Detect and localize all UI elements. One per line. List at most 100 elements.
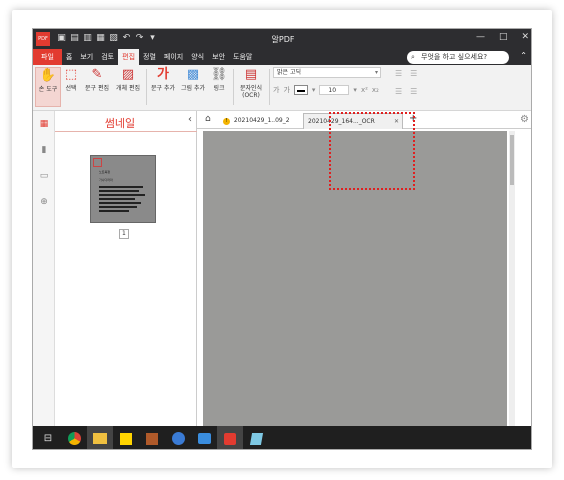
- panel-divider: [55, 131, 197, 132]
- search-icon: ⌕: [411, 53, 415, 61]
- bookmark-icon[interactable]: ▮: [33, 137, 55, 163]
- title-bar: PDF ▣ ▤ ▥ ▦ ▧ ↶ ↷ ▾ 알PDF — □ ✕: [33, 29, 531, 49]
- home-icon[interactable]: ⌂: [205, 114, 211, 124]
- superscript-icon[interactable]: x²: [361, 86, 368, 94]
- menu-review[interactable]: 검토: [97, 49, 118, 65]
- menu-view[interactable]: 보기: [76, 49, 97, 65]
- thumbnail-subtitle: 가나다라마: [99, 178, 113, 182]
- thumbnail-mark: [93, 158, 102, 167]
- side-icon-strip: ▦ ▮ ▭ ⊕: [33, 111, 55, 426]
- maximize-button[interactable]: □: [499, 32, 508, 42]
- align-right-icon[interactable]: ☰: [395, 87, 402, 96]
- align-row-2: ☰ ☰: [395, 87, 417, 96]
- scrollbar-thumb[interactable]: [510, 135, 514, 185]
- font-family-select[interactable]: 맑은 고딕 ▾: [273, 67, 381, 78]
- justify-icon[interactable]: ☰: [410, 87, 417, 96]
- font-size-value: 10: [328, 87, 337, 94]
- tab-label: 20210429_1..09_2: [233, 117, 290, 124]
- close-panel-icon[interactable]: ‹: [188, 114, 192, 125]
- menu-edit[interactable]: 편집: [118, 49, 140, 65]
- thumbnail-text-line: [99, 210, 129, 212]
- thumbnail-panel: 썸네일 ‹ 노트북정 가나다라마 1: [55, 111, 197, 426]
- align-left-icon[interactable]: ☰: [395, 69, 402, 78]
- format-row: 가 가 ▾ 10 ▾ x² x₂: [273, 85, 379, 95]
- edit-text-icon: ✎: [91, 67, 103, 82]
- photo-app-icon[interactable]: [139, 426, 165, 449]
- file-explorer-icon[interactable]: [87, 426, 113, 449]
- menu-file[interactable]: 파일: [33, 49, 62, 65]
- capture-app-icon[interactable]: [165, 426, 191, 449]
- chevron-down-icon: ▾: [374, 69, 378, 76]
- gear-icon[interactable]: ⚙: [520, 114, 529, 125]
- menu-security[interactable]: 보안: [208, 49, 229, 65]
- align-row-1: ☰ ☰: [395, 69, 417, 78]
- menu-page[interactable]: 페이지: [160, 49, 187, 65]
- search-input[interactable]: ⌕ 무엇을 하고 싶으세요?: [407, 51, 509, 64]
- subscript-icon[interactable]: x₂: [372, 86, 379, 94]
- menu-help[interactable]: 도움말: [229, 49, 256, 65]
- thumbnails-icon[interactable]: ▦: [33, 111, 55, 137]
- thumbnail-text-line: [99, 194, 145, 196]
- ocr-icon: ▤: [244, 67, 258, 82]
- edit-text-button[interactable]: ✎ 문구 편집: [83, 67, 111, 92]
- notes-app-icon[interactable]: [243, 426, 269, 449]
- font-color-picker[interactable]: [293, 85, 308, 95]
- vertical-scrollbar[interactable]: [509, 131, 515, 426]
- menu-arrange[interactable]: 정렬: [139, 49, 160, 65]
- screenshot-frame: PDF ▣ ▤ ▥ ▦ ▧ ↶ ↷ ▾ 알PDF — □ ✕ 파일 홈 보기 검…: [0, 0, 564, 480]
- alpdf-taskbar-icon[interactable]: [217, 426, 243, 449]
- tool-label: 문구 편집: [85, 85, 109, 92]
- font-size-select[interactable]: 10: [319, 85, 350, 95]
- hand-icon: ✋: [39, 68, 57, 83]
- comment-icon[interactable]: ▭: [33, 163, 55, 189]
- search-placeholder: 무엇을 하고 싶으세요?: [421, 53, 488, 61]
- thumbnail-heading: 노트북정: [99, 170, 111, 174]
- font-family-value: 맑은 고딕: [277, 69, 301, 76]
- close-button[interactable]: ✕: [521, 32, 529, 42]
- menu-bar: 파일 홈 보기 검토 편집 정렬 페이지 양식 보안 도움말 ⌕ 무엇을 하고 …: [33, 49, 531, 65]
- add-text-button[interactable]: 가 문구 추가: [149, 67, 177, 92]
- thumbnail-text-line: [99, 206, 137, 208]
- font-decrease-icon[interactable]: 가: [283, 85, 289, 95]
- link-button[interactable]: ⛓ 링크: [209, 67, 229, 92]
- ribbon-toolbar: ✋ 손 도구 ⬚ 선택 ✎ 문구 편집 ▨ 개체 편집 가 문구 추가 ▩ 그림…: [33, 65, 531, 111]
- task-view-icon[interactable]: ⊟: [35, 426, 61, 449]
- minimize-button[interactable]: —: [476, 32, 485, 42]
- font-increase-icon[interactable]: 가: [273, 85, 279, 95]
- align-center-icon[interactable]: ☰: [410, 69, 417, 78]
- hand-tool-button[interactable]: ✋ 손 도구: [35, 67, 61, 107]
- chevron-down-icon[interactable]: ▾: [353, 86, 357, 94]
- tool-label: 그림 추가: [181, 85, 205, 92]
- tool-label: 손 도구: [38, 86, 58, 93]
- app-window: PDF ▣ ▤ ▥ ▦ ▧ ↶ ↷ ▾ 알PDF — □ ✕ 파일 홈 보기 검…: [32, 28, 532, 450]
- add-image-icon: ▩: [186, 67, 200, 82]
- thumbnail-text-line: [99, 190, 139, 192]
- ocr-button[interactable]: ▤ 문자인식 (OCR): [236, 67, 266, 99]
- select-icon: ⬚: [64, 67, 78, 82]
- page-thumbnail[interactable]: 노트북정 가나다라마: [90, 155, 156, 223]
- thumbnail-text-line: [99, 186, 143, 188]
- thumbnail-text-line: [99, 198, 135, 200]
- thumbnail-text-line: [99, 202, 141, 204]
- search-panel-icon[interactable]: ⊕: [33, 189, 55, 215]
- add-text-icon: 가: [157, 67, 169, 82]
- select-button[interactable]: ⬚ 선택: [62, 67, 80, 92]
- ribbon-separator: [233, 69, 234, 105]
- menu-home[interactable]: 홈: [62, 49, 76, 65]
- ribbon-separator: [269, 69, 270, 105]
- edit-object-button[interactable]: ▨ 개체 편집: [113, 67, 143, 92]
- highlight-annotation: [329, 112, 415, 190]
- tool-label: 선택: [65, 85, 77, 92]
- add-image-button[interactable]: ▩ 그림 추가: [179, 67, 207, 92]
- chevron-down-icon[interactable]: ▾: [312, 86, 316, 94]
- link-icon: ⛓: [210, 67, 228, 82]
- camera-app-icon[interactable]: [191, 426, 217, 449]
- tab-document-1[interactable]: ! 20210429_1..09_2: [219, 113, 301, 129]
- window-title: 알PDF: [271, 35, 295, 44]
- page-number: 1: [119, 229, 129, 239]
- collapse-ribbon-icon[interactable]: ⌃: [520, 51, 527, 60]
- menu-form[interactable]: 양식: [187, 49, 208, 65]
- tool-label: 문자인식 (OCR): [239, 85, 263, 99]
- chrome-icon[interactable]: [61, 426, 87, 449]
- sticky-notes-icon[interactable]: [113, 426, 139, 449]
